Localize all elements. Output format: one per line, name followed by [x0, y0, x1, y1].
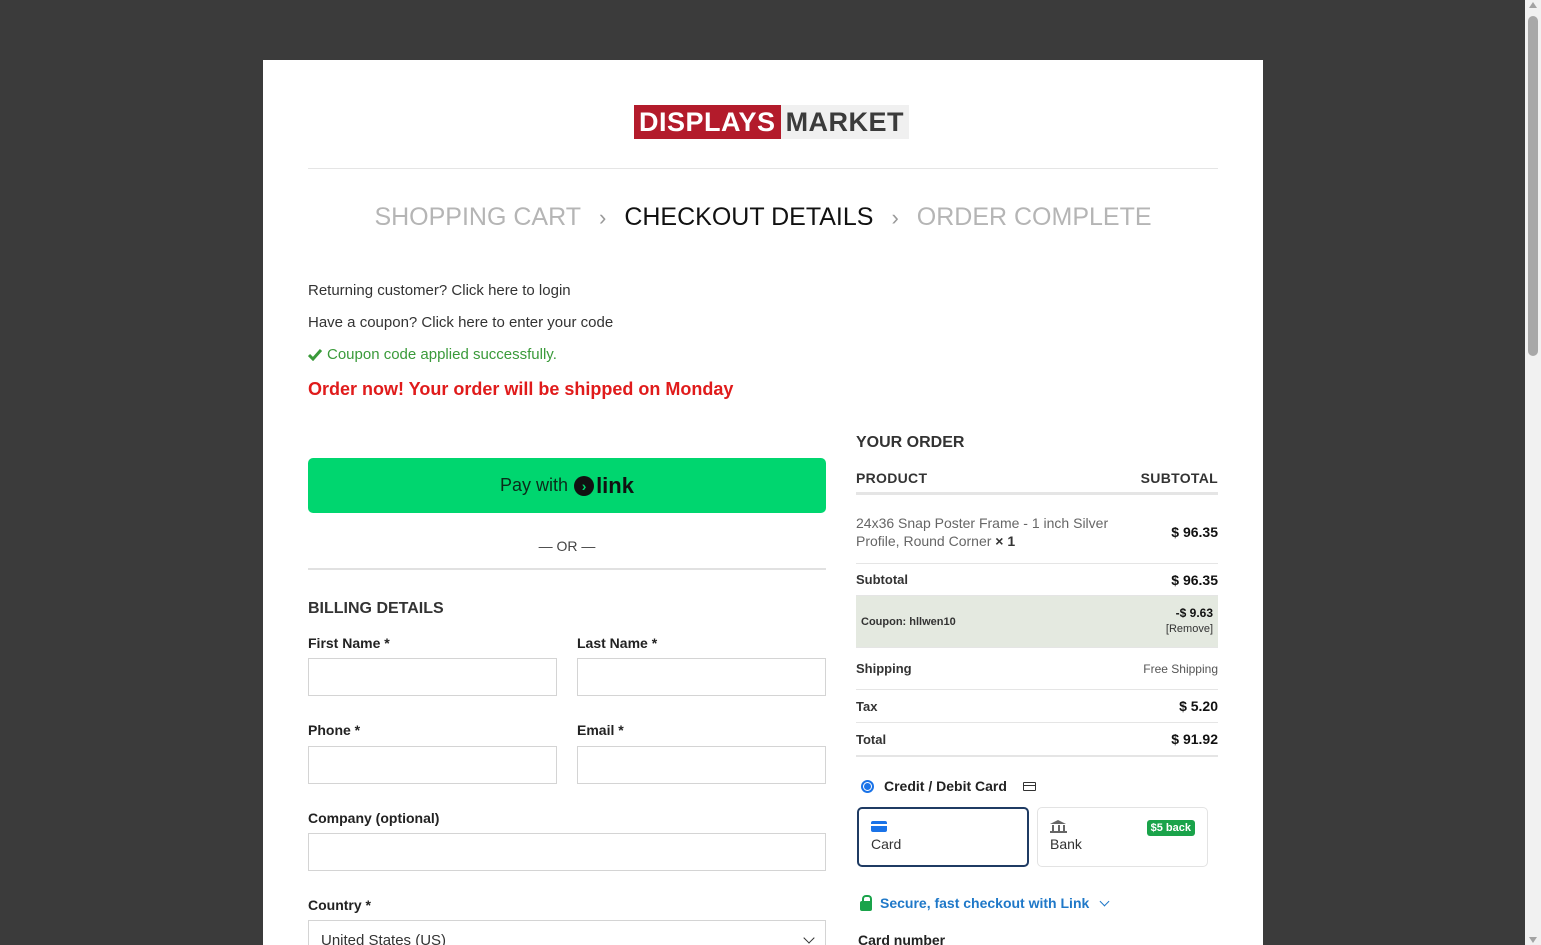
- link-arrow-icon: ›: [574, 475, 595, 496]
- order-table-header: PRODUCT SUBTOTAL: [856, 470, 1218, 495]
- bank-icon: [1050, 820, 1067, 833]
- subtotal-label: Subtotal: [856, 572, 908, 587]
- payment-radio[interactable]: [861, 779, 874, 793]
- total-value: $ 91.92: [1171, 731, 1218, 747]
- site-logo[interactable]: DISPLAYS MARKET: [634, 105, 910, 139]
- credit-card-icon: [1022, 781, 1036, 791]
- step-checkout-details[interactable]: CHECKOUT DETAILS: [624, 203, 873, 232]
- or-divider: [308, 568, 826, 570]
- tax-value: $ 5.20: [1179, 698, 1218, 714]
- email-label: Email *: [577, 722, 624, 738]
- returning-customer-notice[interactable]: Returning customer? Click here to login: [308, 282, 571, 299]
- page-scrollbar[interactable]: [1525, 0, 1541, 945]
- link-brand-text: link: [596, 472, 634, 498]
- bank-cashback-badge: $5 back: [1146, 820, 1195, 836]
- col-subtotal: SUBTOTAL: [1140, 470, 1218, 486]
- scroll-up-icon[interactable]: [1529, 2, 1537, 8]
- col-product: PRODUCT: [856, 470, 928, 486]
- coupon-label: Coupon: hllwen10: [861, 615, 956, 628]
- first-name-field[interactable]: [308, 658, 557, 696]
- logo-part-displays: DISPLAYS: [634, 105, 781, 139]
- tab-bank-label: Bank: [1050, 836, 1082, 852]
- last-name-label: Last Name *: [577, 635, 658, 651]
- link-logo: › link: [574, 473, 634, 499]
- header-divider: [308, 168, 1218, 169]
- chevron-down-icon: [1099, 896, 1110, 906]
- coupon-remove-link[interactable]: [Remove]: [1166, 623, 1213, 635]
- tax-row: Tax $ 5.20: [856, 690, 1218, 723]
- coupon-row: Coupon: hllwen10 -$ 9.63 [Remove]: [856, 596, 1218, 648]
- total-label: Total: [856, 731, 887, 747]
- shipping-value: Free Shipping: [1143, 661, 1218, 676]
- chevron-down-icon: [803, 932, 815, 944]
- order-item-name: 24x36 Snap Poster Frame - 1 inch Silver …: [856, 514, 1116, 550]
- your-order-title: YOUR ORDER: [856, 434, 965, 451]
- country-selected-value: United States (US): [321, 931, 447, 945]
- coupon-success-message: Coupon code applied successfully.: [308, 346, 557, 363]
- card-number-label: Card number: [858, 932, 946, 945]
- order-item-title: 24x36 Snap Poster Frame - 1 inch Silver …: [856, 514, 1109, 549]
- country-label: Country *: [308, 897, 371, 913]
- payment-method-label: Credit / Debit Card: [884, 778, 1007, 794]
- scrollbar-thumb[interactable]: [1528, 16, 1538, 356]
- order-item-qty: × 1: [995, 532, 1016, 549]
- payment-method-card-option[interactable]: Credit / Debit Card: [861, 778, 1036, 794]
- total-row: Total $ 91.92: [856, 723, 1218, 757]
- secure-link-checkout[interactable]: Secure, fast checkout with Link: [860, 894, 1110, 911]
- shipping-label: Shipping: [856, 661, 912, 676]
- or-separator: — OR —: [538, 538, 596, 554]
- coupon-discount-value: -$ 9.63: [1175, 606, 1213, 620]
- country-select[interactable]: United States (US): [308, 920, 826, 945]
- subtotal-value: $ 96.35: [1171, 571, 1218, 588]
- chevron-right-icon: ›: [891, 204, 899, 230]
- checkmark-icon: [308, 348, 322, 361]
- shipping-row: Shipping Free Shipping: [856, 648, 1218, 690]
- order-item-price: $ 96.35: [1171, 523, 1218, 540]
- tab-card-label: Card: [871, 836, 902, 852]
- order-item-row: 24x36 Snap Poster Frame - 1 inch Silver …: [856, 500, 1218, 564]
- tax-label: Tax: [856, 698, 878, 714]
- coupon-amount: -$ 9.63 [Remove]: [1166, 606, 1218, 637]
- pay-with-link-button[interactable]: Pay with › link: [308, 458, 826, 513]
- payment-tab-bank[interactable]: Bank $5 back: [1037, 807, 1208, 867]
- step-order-complete: ORDER COMPLETE: [916, 203, 1152, 231]
- secure-checkout-text: Secure, fast checkout with Link: [880, 895, 1090, 911]
- subtotal-row: Subtotal $ 96.35: [856, 564, 1218, 596]
- phone-label: Phone *: [308, 722, 361, 738]
- card-icon: [871, 821, 887, 832]
- logo-part-market: MARKET: [780, 105, 910, 139]
- last-name-field[interactable]: [577, 658, 826, 696]
- step-shopping-cart[interactable]: SHOPPING CART: [374, 203, 581, 232]
- pay-with-label: Pay with: [500, 475, 569, 495]
- billing-details-title: BILLING DETAILS: [308, 600, 444, 617]
- coupon-notice[interactable]: Have a coupon? Click here to enter your …: [308, 314, 613, 331]
- lock-icon: [860, 894, 872, 911]
- checkout-page: DISPLAYS MARKET SHOPPING CART › CHECKOUT…: [263, 60, 1263, 945]
- phone-field[interactable]: [308, 746, 557, 784]
- company-field[interactable]: [308, 833, 826, 871]
- coupon-success-text: Coupon code applied successfully.: [327, 346, 557, 363]
- checkout-steps: SHOPPING CART › CHECKOUT DETAILS › ORDER…: [263, 203, 1263, 232]
- chevron-right-icon: ›: [598, 204, 607, 230]
- shipping-promo-message: Order now! Your order will be shipped on…: [308, 379, 734, 399]
- scroll-down-icon[interactable]: [1529, 937, 1537, 943]
- company-label: Company (optional): [308, 810, 440, 826]
- payment-tab-card[interactable]: Card: [857, 807, 1029, 867]
- email-field[interactable]: [577, 746, 826, 784]
- first-name-label: First Name *: [308, 635, 390, 651]
